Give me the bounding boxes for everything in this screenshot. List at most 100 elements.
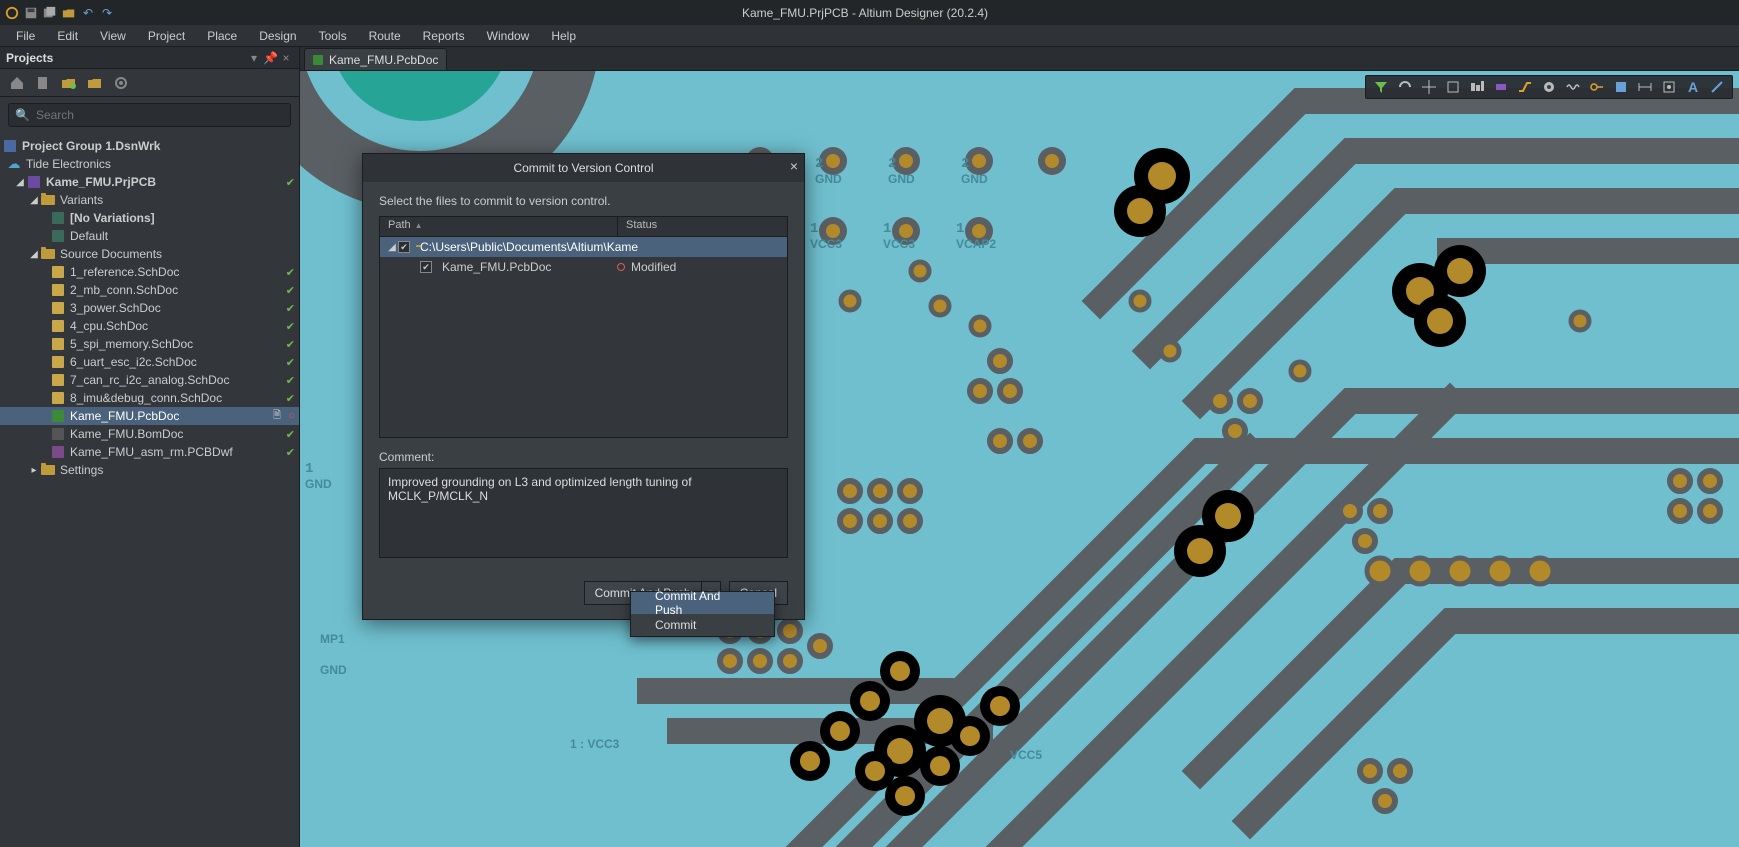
open-doc-icon: 🗎	[273, 408, 281, 425]
crosshair-icon[interactable]	[1418, 77, 1440, 97]
tree-project[interactable]: ◢Kame_FMU.PrjPCB✔	[0, 173, 299, 191]
dialog-title-bar[interactable]: Commit to Version Control ×	[363, 154, 804, 182]
comment-label: Comment:	[379, 450, 788, 464]
tree-doc-bom[interactable]: Kame_FMU.BomDoc✔	[0, 425, 299, 443]
tree-default[interactable]: Default	[0, 227, 299, 245]
dropdown-commit[interactable]: Commit	[631, 614, 774, 636]
menu-tools[interactable]: Tools	[309, 27, 357, 45]
comment-textarea[interactable]	[379, 468, 788, 558]
panel-dropdown-icon[interactable]: ▾	[247, 51, 261, 65]
search-icon: 🔍	[15, 108, 30, 122]
file-table-header: Path Status	[380, 217, 787, 237]
menu-design[interactable]: Design	[249, 27, 306, 45]
project-tree: Project Group 1.DsnWrk ☁Tide Electronics…	[0, 133, 299, 847]
tree-variants[interactable]: ◢Variants	[0, 191, 299, 209]
checkbox-file[interactable]: ✔	[420, 261, 432, 273]
col-status[interactable]: Status	[617, 217, 787, 236]
tree-doc-6[interactable]: 6_uart_esc_i2c.SchDoc✔	[0, 353, 299, 371]
projects-panel: Projects ▾ 📌 × 🔍 Project Group 1.DsnWrk …	[0, 47, 300, 847]
filter-icon[interactable]	[1370, 77, 1392, 97]
folder-icon[interactable]	[84, 72, 106, 94]
open-icon[interactable]	[61, 5, 77, 21]
panel-pin-icon[interactable]: 📌	[263, 51, 277, 65]
menu-help[interactable]: Help	[541, 27, 586, 45]
settings-icon[interactable]	[110, 72, 132, 94]
line-icon[interactable]	[1706, 77, 1728, 97]
document-tabs: Kame_FMU.PcbDoc	[300, 47, 1739, 71]
text-icon[interactable]: A	[1682, 77, 1704, 97]
commit-dialog: Commit to Version Control × Select the f…	[362, 153, 805, 620]
save-all-icon[interactable]	[42, 5, 58, 21]
dialog-instruction: Select the files to commit to version co…	[379, 194, 788, 208]
menu-project[interactable]: Project	[138, 27, 195, 45]
panel-header: Projects ▾ 📌 ×	[0, 47, 299, 69]
col-path[interactable]: Path	[380, 217, 617, 236]
tree-settings[interactable]: ▸Settings	[0, 461, 299, 479]
menu-window[interactable]: Window	[477, 27, 540, 45]
save-icon[interactable]	[23, 5, 39, 21]
tree-doc-dwf[interactable]: Kame_FMU_asm_rm.PCBDwf✔	[0, 443, 299, 461]
tab-label: Kame_FMU.PcbDoc	[329, 53, 438, 67]
dimension-icon[interactable]	[1634, 77, 1656, 97]
panel-close-icon[interactable]: ×	[279, 51, 293, 65]
menu-file[interactable]: File	[6, 27, 45, 45]
tree-doc-5[interactable]: 5_spi_memory.SchDoc✔	[0, 335, 299, 353]
tree-doc-4[interactable]: 4_cpu.SchDoc✔	[0, 317, 299, 335]
tree-srcdocs[interactable]: ◢Source Documents	[0, 245, 299, 263]
home-icon[interactable]	[6, 72, 28, 94]
tree-doc-2[interactable]: 2_mb_conn.SchDoc✔	[0, 281, 299, 299]
menu-reports[interactable]: Reports	[413, 27, 475, 45]
menu-edit[interactable]: Edit	[47, 27, 88, 45]
panel-title: Projects	[6, 51, 53, 65]
app-icon	[4, 5, 20, 21]
key-icon[interactable]	[1586, 77, 1608, 97]
drill-icon[interactable]	[1658, 77, 1680, 97]
file-row-file[interactable]: ✔ Kame_FMU.PcbDoc Modified	[380, 257, 787, 277]
tune-icon[interactable]	[1562, 77, 1584, 97]
tree-doc-8[interactable]: 8_imu&debug_conn.SchDoc✔	[0, 389, 299, 407]
window-title: Kame_FMU.PrjPCB - Altium Designer (20.2.…	[115, 6, 1615, 20]
search-input[interactable]	[36, 108, 284, 122]
tree-doc-pcb[interactable]: Kame_FMU.PcbDoc🗎○	[0, 407, 299, 425]
cloud-icon: ☁	[6, 157, 22, 171]
close-icon[interactable]: ×	[790, 158, 798, 174]
titlebar: ↶ ↷ Kame_FMU.PrjPCB - Altium Designer (2…	[0, 0, 1739, 25]
new-doc-icon[interactable]	[32, 72, 54, 94]
tab-pcbdoc[interactable]: Kame_FMU.PcbDoc	[304, 48, 447, 70]
pcb-toolbar: A	[1365, 75, 1733, 99]
tree-workspace[interactable]: ☁Tide Electronics	[0, 155, 299, 173]
compile-icon[interactable]	[58, 72, 80, 94]
dropdown-commit-push[interactable]: Commit And Push	[631, 592, 774, 614]
component-icon[interactable]	[1490, 77, 1512, 97]
tree-doc-1[interactable]: 1_reference.SchDoc✔	[0, 263, 299, 281]
menubar: File Edit View Project Place Design Tool…	[0, 25, 1739, 47]
file-row-folder[interactable]: ◢ ✔ C:\Users\Public\Documents\Altium\Kam…	[380, 237, 787, 257]
folder-path: C:\Users\Public\Documents\Altium\Kame	[420, 240, 787, 254]
tree-group[interactable]: Project Group 1.DsnWrk	[0, 137, 299, 155]
menu-route[interactable]: Route	[359, 27, 411, 45]
menu-place[interactable]: Place	[197, 27, 247, 45]
undo-icon[interactable]: ↶	[80, 5, 96, 21]
search-box[interactable]: 🔍	[8, 103, 291, 127]
redo-icon[interactable]: ↷	[99, 5, 115, 21]
file-name: Kame_FMU.PcbDoc	[442, 260, 617, 274]
tree-novars[interactable]: [No Variations]	[0, 209, 299, 227]
polygon-icon[interactable]	[1610, 77, 1632, 97]
file-table: Path Status ◢ ✔ C:\Users\Public\Document…	[379, 216, 788, 438]
via-icon[interactable]	[1538, 77, 1560, 97]
tree-doc-3[interactable]: 3_power.SchDoc✔	[0, 299, 299, 317]
tree-doc-7[interactable]: 7_can_rc_i2c_analog.SchDoc✔	[0, 371, 299, 389]
commit-dropdown: Commit And Push Commit	[630, 591, 775, 637]
modified-icon	[617, 263, 625, 271]
route-icon[interactable]	[1514, 77, 1536, 97]
dialog-title: Commit to Version Control	[513, 161, 653, 175]
menu-view[interactable]: View	[90, 27, 136, 45]
align-icon[interactable]	[1466, 77, 1488, 97]
pcb-doc-icon	[313, 55, 323, 65]
projects-toolbar	[0, 69, 299, 97]
expand-icon[interactable]: ◢	[386, 242, 398, 253]
highlight-icon[interactable]	[1394, 77, 1416, 97]
select-icon[interactable]	[1442, 77, 1464, 97]
checkbox-folder[interactable]: ✔	[398, 241, 410, 253]
file-status: Modified	[631, 260, 676, 274]
